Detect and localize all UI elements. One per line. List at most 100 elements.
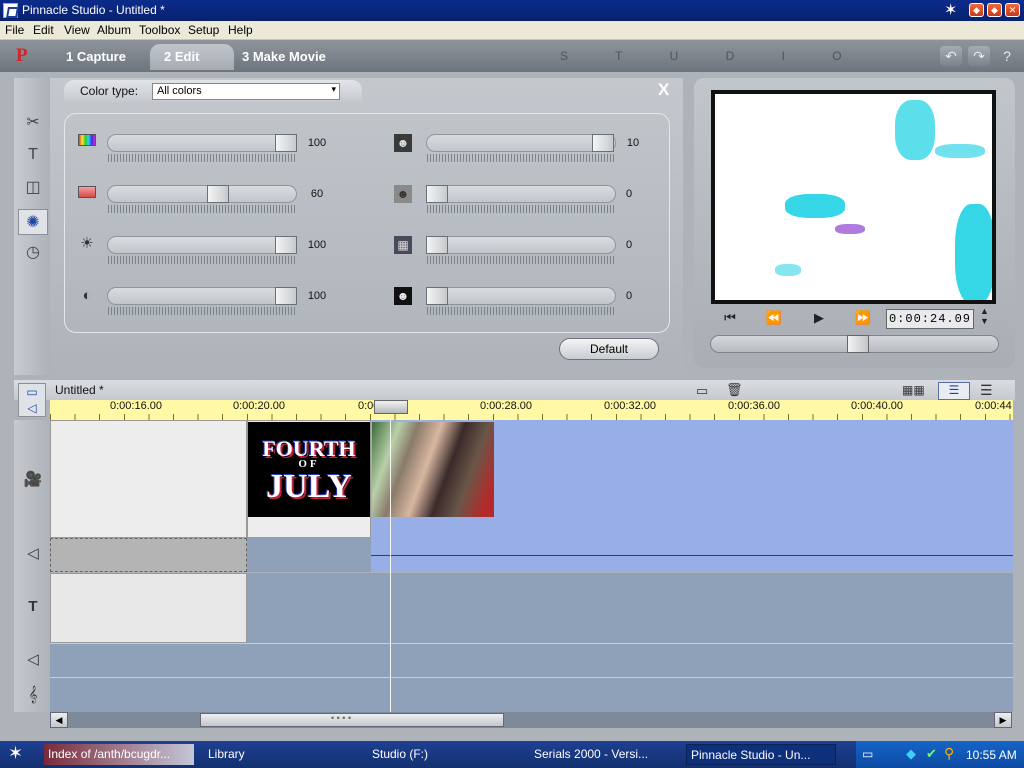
minimize-button[interactable]: ◆: [969, 3, 984, 17]
audio-track-segment[interactable]: [247, 538, 371, 572]
scroll-left-icon[interactable]: ◀: [50, 712, 68, 728]
redo-icon[interactable]: ↷: [968, 46, 990, 66]
timeline-scroll-thumb[interactable]: • • • •: [200, 713, 504, 727]
music-track-icon[interactable]: 𝄞: [20, 686, 46, 703]
search-icon[interactable]: ⚲: [944, 745, 954, 762]
video-effects-icon[interactable]: ✺: [18, 209, 48, 235]
audio-track-empty[interactable]: [50, 538, 247, 572]
scrubber-thumb[interactable]: [847, 335, 869, 353]
hue-icon: [78, 134, 96, 146]
task-studio-f[interactable]: Studio (F:): [368, 744, 518, 765]
undo-icon[interactable]: ↶: [940, 46, 962, 66]
saturation-slider[interactable]: [107, 185, 297, 203]
title-tool-icon[interactable]: T: [18, 142, 48, 168]
rewind-icon[interactable]: ⏪: [762, 310, 786, 326]
close-button[interactable]: ✕: [1005, 3, 1020, 17]
update-icon[interactable]: ✔: [926, 746, 937, 762]
brightness-value: 100: [307, 239, 327, 251]
start-star-icon[interactable]: ✶: [8, 743, 23, 764]
video-track-icon[interactable]: 🎥: [20, 470, 46, 488]
brightness-slider-thumb[interactable]: [275, 236, 297, 254]
contrast-slider-thumb[interactable]: [275, 287, 297, 305]
menu-toolbox[interactable]: Toolbox: [139, 23, 180, 37]
ruler-tick: 0:00:32.00: [604, 400, 656, 412]
mosaic-slider-thumb[interactable]: [426, 236, 448, 254]
blur-slider[interactable]: [426, 134, 616, 152]
network-icon[interactable]: ◆: [906, 746, 916, 762]
title-track-icon[interactable]: T: [20, 598, 46, 615]
frame-grab-icon[interactable]: ◫: [18, 175, 48, 201]
emboss-slider-thumb[interactable]: [426, 185, 448, 203]
task-index-of-anth[interactable]: Index of /anth/bcugdr...: [44, 744, 194, 765]
go-to-start-icon[interactable]: ⏮: [718, 310, 742, 326]
hue-slider[interactable]: [107, 134, 297, 152]
menu-file[interactable]: File: [5, 23, 24, 37]
playhead-handle[interactable]: [374, 400, 408, 414]
music-track[interactable]: [50, 677, 1013, 712]
sound-effects-track[interactable]: [50, 643, 1013, 677]
mosaic-ticks: [427, 256, 615, 264]
timecode-stepper-icon[interactable]: ▲ ▼: [980, 306, 989, 326]
contrast-icon: ◐: [82, 287, 92, 304]
star-icon[interactable]: ✶: [944, 0, 957, 20]
speed-tool-icon[interactable]: ◷: [18, 240, 48, 266]
clock: 10:55 AM: [966, 748, 1017, 762]
blur-slider-thumb[interactable]: [592, 134, 614, 152]
menu-setup[interactable]: Setup: [188, 23, 219, 37]
video-track-empty[interactable]: [50, 420, 247, 538]
menu-album[interactable]: Album: [97, 23, 131, 37]
posterize-slider-thumb[interactable]: [426, 287, 448, 305]
emboss-slider[interactable]: [426, 185, 616, 203]
task-serials-2000[interactable]: Serials 2000 - Versi...: [530, 744, 678, 765]
text-view-icon[interactable]: ☰: [980, 382, 993, 399]
razor-icon[interactable]: ▭: [696, 383, 708, 399]
task-label: Studio (F:): [372, 747, 429, 761]
timeline-view-icon[interactable]: ☰: [938, 382, 970, 400]
title-track[interactable]: [247, 573, 1013, 643]
menu-edit[interactable]: Edit: [33, 23, 54, 37]
fourth-of-july-title-clip[interactable]: FOURTH OF JULY: [248, 422, 370, 517]
brightness-slider[interactable]: [107, 236, 297, 254]
hue-slider-thumb[interactable]: [275, 134, 297, 152]
posterize-icon: ☻: [394, 287, 412, 305]
color-type-label: Color type:: [80, 84, 139, 98]
help-icon[interactable]: ?: [996, 46, 1018, 66]
timeline-mode-icon[interactable]: ▭ ◁: [18, 383, 46, 417]
posterize-ticks: [427, 307, 615, 315]
close-panel-icon[interactable]: X: [658, 80, 669, 100]
title-track-clip[interactable]: [50, 573, 247, 643]
task-label: Index of /anth/bcugdr...: [48, 747, 171, 761]
scroll-right-icon[interactable]: ▶: [994, 712, 1012, 728]
timeline-header: [14, 380, 1015, 400]
menu-help[interactable]: Help: [228, 23, 253, 37]
storyboard-view-icon[interactable]: ▦▦: [902, 383, 925, 397]
color-type-select[interactable]: All colors ▾: [152, 83, 340, 100]
mosaic-slider[interactable]: [426, 236, 616, 254]
default-button[interactable]: Default: [559, 338, 659, 360]
timecode-display[interactable]: 0:00:24.09: [886, 309, 974, 329]
saturation-slider-thumb[interactable]: [207, 185, 229, 203]
emboss-value: 0: [625, 188, 633, 200]
task-pinnacle-studio[interactable]: Pinnacle Studio - Un...: [686, 744, 836, 765]
maximize-button[interactable]: ◆: [987, 3, 1002, 17]
fast-forward-icon[interactable]: ⏩: [851, 310, 875, 326]
play-icon[interactable]: ▶: [807, 310, 831, 326]
trash-icon[interactable]: 🗑: [726, 382, 743, 398]
original-audio-icon[interactable]: ◁: [20, 544, 46, 562]
menu-view[interactable]: View: [64, 23, 90, 37]
timeline-ruler[interactable]: 0:00:16.00 0:00:20.00 0:00:2 0:00:28.00 …: [50, 400, 1013, 420]
app-icon[interactable]: [3, 3, 18, 18]
task-library[interactable]: Library: [204, 744, 354, 765]
video-tools-icon[interactable]: ✂: [18, 110, 48, 136]
mode-tab-bar: P 1 Capture 2 Edit 3 Make Movie S T U D …: [0, 40, 1024, 72]
posterize-slider[interactable]: [426, 287, 616, 305]
contrast-slider[interactable]: [107, 287, 297, 305]
tab-capture[interactable]: 1 Capture: [52, 44, 140, 70]
clip-title-line3: JULY: [266, 468, 352, 505]
color-type-value: All colors: [157, 85, 202, 97]
tab-make-movie[interactable]: 3 Make Movie: [228, 44, 340, 70]
hue-value: 100: [307, 137, 327, 149]
tab-edit[interactable]: 2 Edit: [150, 44, 234, 70]
sound-effects-icon[interactable]: ◁: [20, 650, 46, 668]
keyboard-icon[interactable]: ▭: [862, 747, 873, 761]
